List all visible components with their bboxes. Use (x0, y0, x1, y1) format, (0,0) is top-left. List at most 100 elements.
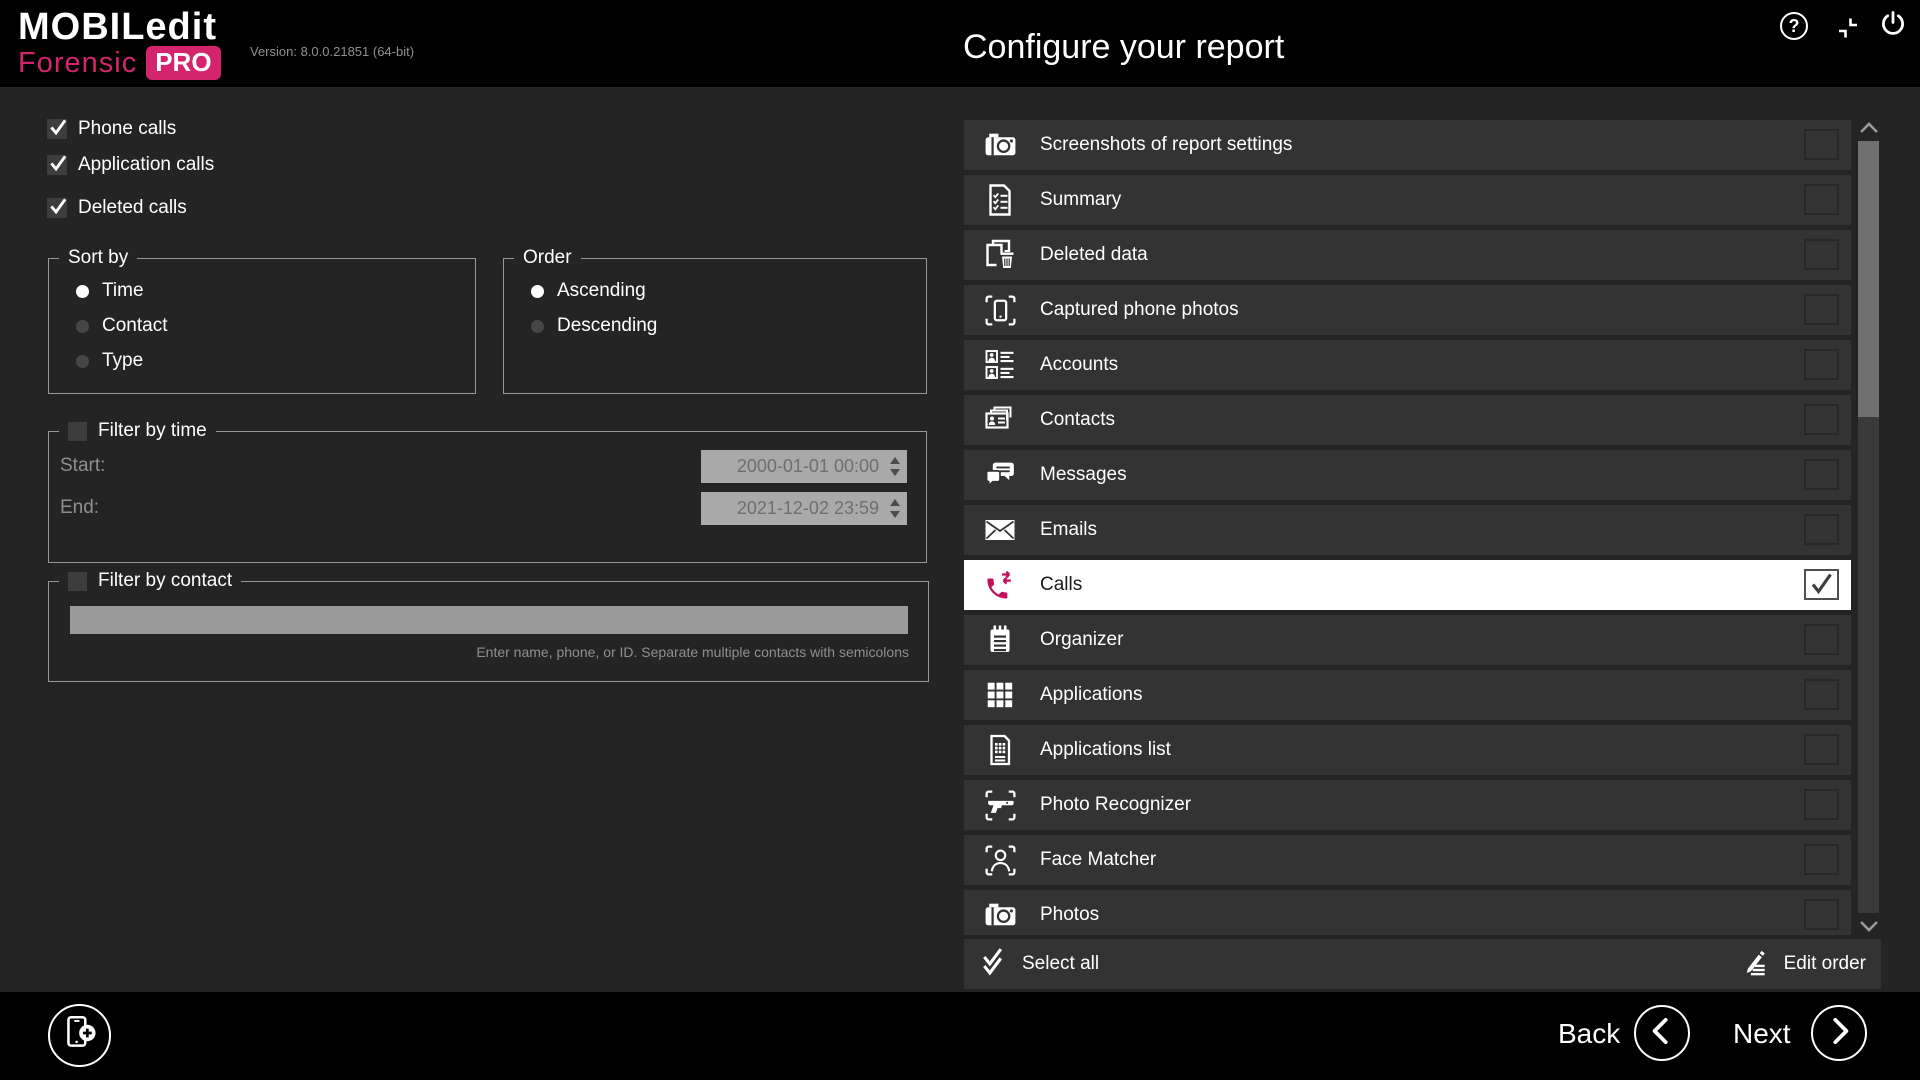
photo-recognizer-icon (981, 786, 1019, 824)
report-list-scrollbar[interactable] (1857, 118, 1881, 936)
contacts-icon (981, 401, 1019, 439)
back-button[interactable] (1634, 1005, 1690, 1061)
page-title: Configure your report (963, 28, 1284, 67)
report-section-label: Messages (1040, 464, 1127, 486)
camera-icon (981, 126, 1019, 164)
radio-icon[interactable] (76, 355, 89, 368)
report-section-checkbox[interactable] (1804, 184, 1839, 215)
edit-order-button[interactable]: Edit order (1739, 945, 1866, 984)
report-section-row[interactable]: Contacts (964, 395, 1851, 445)
resize-window-icon[interactable] (1834, 14, 1862, 47)
radio-label: Descending (557, 315, 657, 337)
radio-option[interactable]: Ascending (531, 278, 926, 304)
radio-option[interactable]: Type (76, 348, 475, 374)
report-section-checkbox[interactable] (1804, 569, 1839, 600)
report-section-checkbox[interactable] (1804, 844, 1839, 875)
report-section-checkbox[interactable] (1804, 679, 1839, 710)
radio-label: Time (102, 280, 144, 302)
report-section-label: Summary (1040, 189, 1121, 211)
report-section-row[interactable]: Calls (964, 560, 1851, 610)
checkbox-label: Phone calls (78, 118, 176, 140)
report-section-checkbox[interactable] (1804, 349, 1839, 380)
report-section-label: Accounts (1040, 354, 1118, 376)
select-all-icon (977, 945, 1010, 984)
checkbox-icon[interactable] (47, 198, 67, 218)
accounts-icon (981, 346, 1019, 384)
filter-by-contact-label: Filter by contact (98, 570, 232, 592)
chevron-right-icon (1813, 1005, 1865, 1062)
report-section-checkbox[interactable] (1804, 294, 1839, 325)
start-datetime-input[interactable]: 2000-01-01 00:00 (701, 450, 907, 483)
report-section-checkbox[interactable] (1804, 239, 1839, 270)
sort-by-group: Sort by Time Contact Type (48, 247, 476, 394)
report-section-row[interactable]: Face Matcher (964, 835, 1851, 885)
end-label: End: (60, 497, 99, 519)
sort-by-options: Time Contact Type (49, 278, 475, 374)
report-section-label: Captured phone photos (1040, 299, 1239, 321)
report-section-row[interactable]: Messages (964, 450, 1851, 500)
power-icon[interactable] (1878, 9, 1908, 44)
add-phone-button[interactable] (48, 1004, 111, 1067)
report-section-checkbox[interactable] (1804, 404, 1839, 435)
report-section-row[interactable]: Photo Recognizer (964, 780, 1851, 830)
report-section-checkbox[interactable] (1804, 789, 1839, 820)
report-section-row[interactable]: Emails (964, 505, 1851, 555)
report-section-row[interactable]: Photos (964, 890, 1851, 935)
report-section-checkbox[interactable] (1804, 459, 1839, 490)
call-type-checkbox-row[interactable]: Deleted calls (47, 197, 214, 219)
next-button[interactable] (1811, 1005, 1867, 1061)
report-section-row[interactable]: Organizer (964, 615, 1851, 665)
report-section-label: Applications (1040, 684, 1142, 706)
call-type-checkbox-row[interactable]: Application calls (47, 154, 214, 176)
radio-option[interactable]: Contact (76, 313, 475, 339)
call-type-checkbox-row[interactable]: Phone calls (47, 118, 214, 140)
spin-up-icon[interactable] (890, 457, 900, 464)
contact-filter-input[interactable] (70, 606, 908, 634)
radio-icon[interactable] (76, 320, 89, 333)
radio-icon[interactable] (531, 320, 544, 333)
spin-up-icon[interactable] (890, 499, 900, 506)
report-section-checkbox[interactable] (1804, 899, 1839, 930)
scroll-up-icon[interactable] (1857, 118, 1881, 138)
next-button-label[interactable]: Next (1733, 1018, 1791, 1050)
filter-by-time-group: Filter by time Start: 2000-01-01 00:00 E… (48, 420, 927, 563)
report-section-checkbox[interactable] (1804, 734, 1839, 765)
select-all-button[interactable]: Select all (977, 945, 1099, 984)
radio-option[interactable]: Descending (531, 313, 926, 339)
report-section-row[interactable]: Screenshots of report settings (964, 120, 1851, 170)
back-button-label[interactable]: Back (1558, 1018, 1620, 1050)
checkbox-label: Application calls (78, 154, 214, 176)
report-section-label: Screenshots of report settings (1040, 134, 1292, 156)
messages-icon (981, 456, 1019, 494)
report-section-label: Contacts (1040, 409, 1115, 431)
report-section-checkbox[interactable] (1804, 624, 1839, 655)
scrollbar-thumb[interactable] (1858, 141, 1879, 417)
start-label: Start: (60, 455, 105, 477)
filter-by-contact-group: Filter by contact Enter name, phone, or … (48, 570, 929, 682)
spin-down-icon[interactable] (890, 469, 900, 476)
scroll-down-icon[interactable] (1857, 916, 1881, 936)
filter-by-contact-checkbox[interactable] (68, 572, 87, 591)
report-section-row[interactable]: Deleted data (964, 230, 1851, 280)
report-section-row[interactable]: Summary (964, 175, 1851, 225)
checkbox-icon[interactable] (47, 119, 67, 139)
filter-by-time-checkbox[interactable] (68, 422, 87, 441)
captured-phone-icon (981, 291, 1019, 329)
radio-icon[interactable] (76, 285, 89, 298)
checkbox-icon[interactable] (47, 155, 67, 175)
report-section-checkbox[interactable] (1804, 514, 1839, 545)
end-datetime-input[interactable]: 2021-12-02 23:59 (701, 492, 907, 525)
report-section-row[interactable]: Applications (964, 670, 1851, 720)
report-section-row[interactable]: Captured phone photos (964, 285, 1851, 335)
report-section-row[interactable]: Applications list (964, 725, 1851, 775)
radio-icon[interactable] (531, 285, 544, 298)
report-section-label: Applications list (1040, 739, 1171, 761)
logo-pro-badge: PRO (146, 46, 220, 80)
help-icon[interactable]: ? (1780, 12, 1808, 40)
radio-option[interactable]: Time (76, 278, 475, 304)
version-text: Version: 8.0.0.21851 (64-bit) (250, 44, 414, 59)
report-section-row[interactable]: Accounts (964, 340, 1851, 390)
report-section-checkbox[interactable] (1804, 129, 1839, 160)
report-sections-list: Screenshots of report settings Summary D… (964, 120, 1851, 935)
spin-down-icon[interactable] (890, 511, 900, 518)
